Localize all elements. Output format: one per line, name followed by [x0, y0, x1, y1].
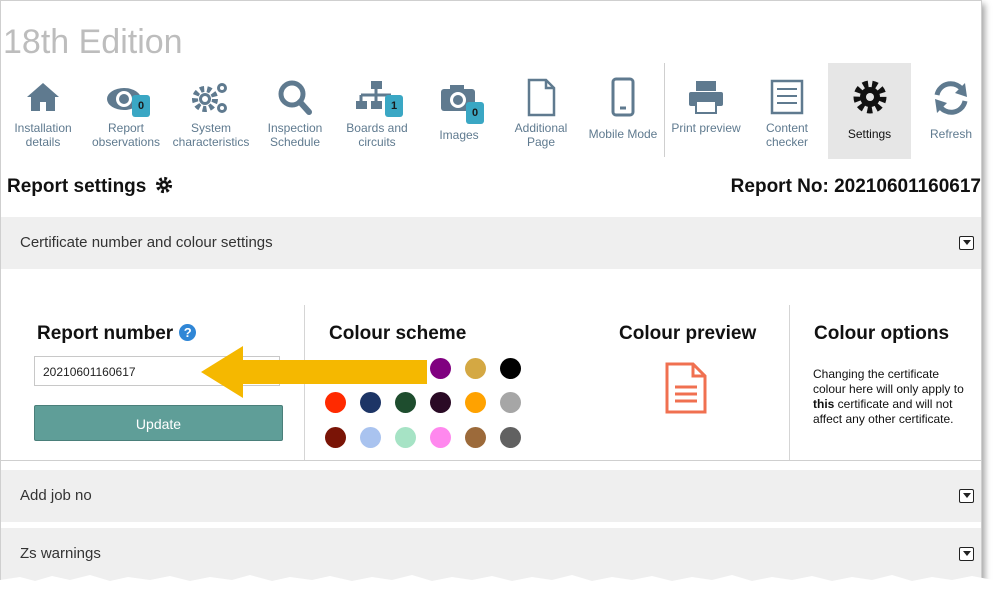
toolbar-label: Boards and circuits — [346, 121, 408, 149]
dropdown-toggle-icon[interactable] — [959, 236, 974, 250]
toolbar-label: Mobile Mode — [588, 127, 658, 141]
toolbar-images[interactable]: 0 Images — [421, 63, 497, 159]
torn-edge — [0, 575, 993, 600]
toolbar-settings[interactable]: Settings — [828, 63, 911, 159]
toolbar: Installation details 0 Report observatio… — [1, 63, 981, 159]
colour-options-heading: Colour options — [814, 323, 950, 344]
help-icon[interactable]: ? — [179, 324, 197, 341]
gear-icon — [155, 176, 172, 194]
colour-swatch[interactable] — [465, 358, 486, 379]
colour-swatch[interactable] — [465, 427, 486, 448]
options-text-bold: this — [813, 397, 835, 411]
report-number-heading: Report number? — [37, 323, 197, 345]
edition-title: 18th Edition — [3, 23, 183, 61]
options-text-part: certificate and will not affect any othe… — [813, 397, 954, 426]
section-title: Certificate number and colour settings — [20, 234, 273, 251]
toolbar-boards-and-circuits[interactable]: 1 Boards and circuits — [337, 63, 417, 159]
section-title: Zs warnings — [20, 545, 101, 562]
page-icon — [527, 78, 556, 117]
dropdown-toggle-icon[interactable] — [959, 489, 974, 503]
toolbar-system-characteristics[interactable]: System characteristics — [169, 63, 253, 159]
colour-swatch[interactable] — [430, 392, 451, 413]
colour-swatch[interactable] — [465, 392, 486, 413]
colour-swatch[interactable] — [430, 427, 451, 448]
app-window: 18th Edition Installation details 0 Repo… — [0, 0, 982, 590]
toolbar-label: Images — [439, 128, 479, 142]
toolbar-label: Content checker — [765, 121, 809, 149]
toolbar-label: System characteristics — [172, 121, 250, 149]
toolbar-label: Installation details — [14, 121, 72, 149]
house-icon — [27, 83, 59, 111]
checklist-icon — [770, 79, 804, 115]
toolbar-installation-details[interactable]: Installation details — [5, 63, 81, 159]
toolbar-label: Report observations — [91, 121, 161, 149]
count-badge: 1 — [385, 95, 403, 117]
toolbar-label: Refresh — [929, 127, 973, 141]
count-badge: 0 — [132, 95, 150, 117]
toolbar-label: Settings — [847, 127, 892, 141]
colour-swatch[interactable] — [395, 427, 416, 448]
toolbar-report-observations[interactable]: 0 Report observations — [87, 63, 165, 159]
report-number-header: Report No: 20210601160617 — [730, 176, 981, 197]
dropdown-toggle-icon[interactable] — [959, 547, 974, 561]
toolbar-label: Inspection Schedule — [267, 121, 323, 149]
mobile-icon — [611, 77, 635, 117]
toolbar-content-checker[interactable]: Content checker — [749, 63, 825, 159]
page-title-text: Report settings — [7, 176, 147, 197]
report-number-heading-text: Report number — [37, 323, 174, 344]
colour-swatch[interactable] — [500, 358, 521, 379]
options-text-part: Changing the certificate colour here wil… — [813, 367, 964, 396]
colour-swatch[interactable] — [500, 427, 521, 448]
colour-swatch[interactable] — [360, 427, 381, 448]
colour-swatch[interactable] — [500, 392, 521, 413]
section-certificate-settings[interactable]: Certificate number and colour settings — [1, 217, 981, 269]
count-badge: 0 — [466, 102, 484, 124]
document-icon — [665, 362, 707, 414]
colour-options-text: Changing the certificate colour here wil… — [813, 367, 973, 427]
toolbar-label: Print preview — [671, 121, 741, 135]
section-add-job-no[interactable]: Add job no — [1, 470, 981, 522]
toolbar-label: Additional Page — [514, 121, 568, 149]
toolbar-refresh[interactable]: Refresh — [913, 63, 981, 159]
toolbar-inspection-schedule[interactable]: Inspection Schedule — [257, 63, 333, 159]
refresh-icon — [934, 81, 968, 115]
update-button[interactable]: Update — [34, 405, 283, 441]
arrow-annotation — [201, 346, 427, 398]
toolbar-mobile-mode[interactable]: Mobile Mode — [585, 63, 661, 159]
magnifier-icon — [278, 80, 312, 115]
page-title: Report settings — [7, 176, 173, 198]
colour-swatch[interactable] — [430, 358, 451, 379]
printer-icon — [689, 81, 723, 114]
colour-preview-heading: Colour preview — [619, 323, 757, 344]
toolbar-divider — [664, 63, 665, 157]
toolbar-print-preview[interactable]: Print preview — [668, 63, 744, 159]
colour-scheme-heading: Colour scheme — [329, 323, 467, 344]
section-title: Add job no — [20, 487, 92, 504]
gears-icon — [192, 83, 227, 113]
gear-icon — [853, 80, 886, 114]
toolbar-additional-page[interactable]: Additional Page — [503, 63, 579, 159]
column-divider — [789, 305, 790, 460]
colour-swatch[interactable] — [325, 427, 346, 448]
